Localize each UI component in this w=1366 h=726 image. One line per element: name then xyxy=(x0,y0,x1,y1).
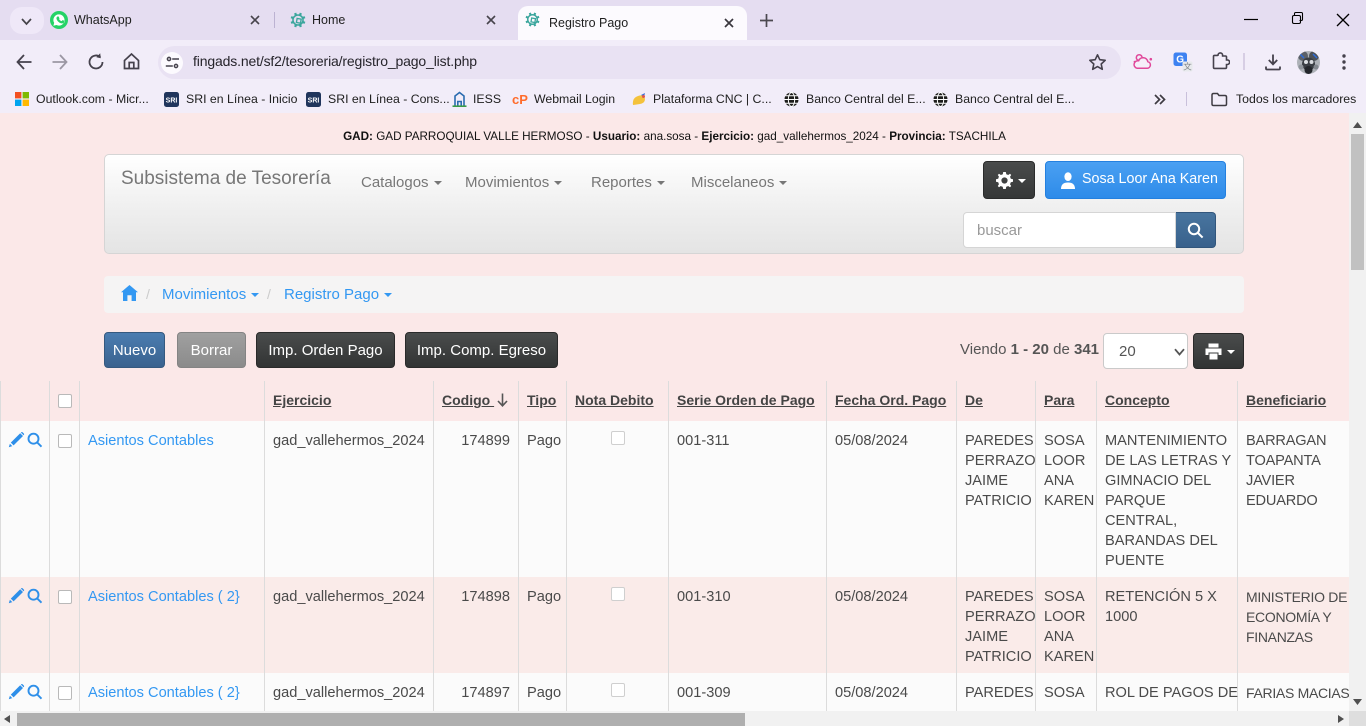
svg-text:文: 文 xyxy=(1183,62,1192,72)
svg-text:SRI: SRI xyxy=(166,98,178,105)
svg-text:SRI: SRI xyxy=(308,98,320,105)
svg-text:cP: cP xyxy=(512,92,528,107)
